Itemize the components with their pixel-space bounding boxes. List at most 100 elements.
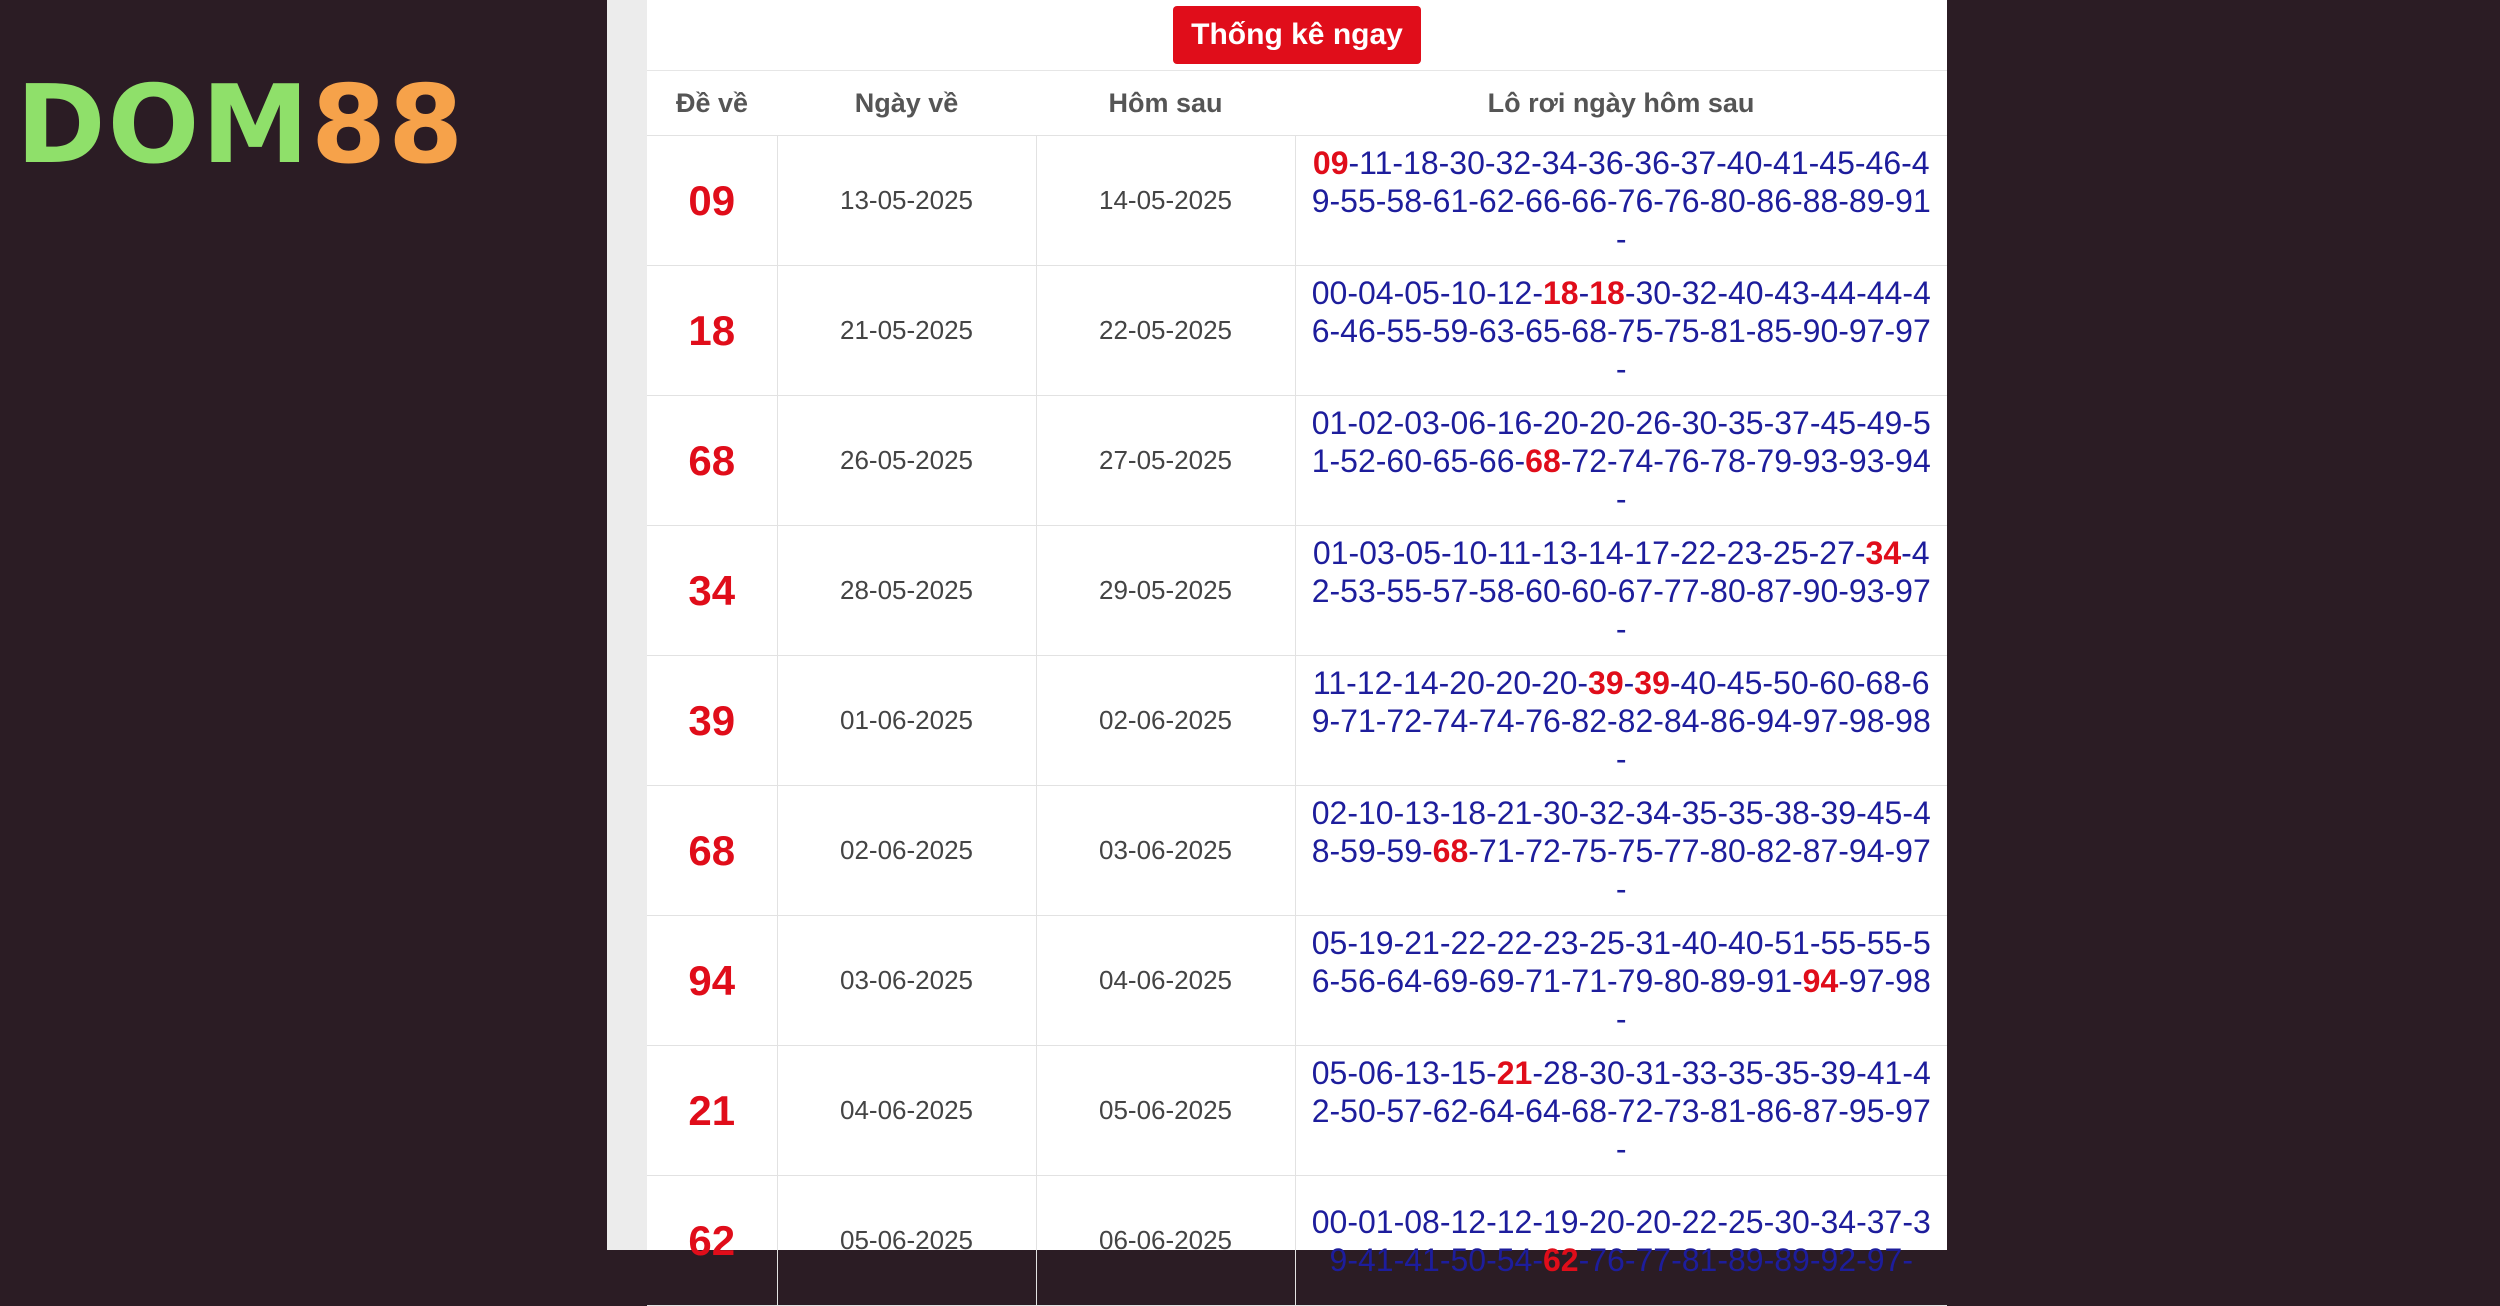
- lo-number: 00: [1311, 274, 1348, 311]
- lo-number: 35: [1774, 1054, 1810, 1091]
- lo-number: 86: [1710, 702, 1746, 739]
- lo-number: 53: [1340, 572, 1376, 609]
- lo-number: 90: [1802, 312, 1839, 349]
- thong-ke-ngay-button[interactable]: Thống kê ngay: [1173, 6, 1421, 64]
- lo-number: 55: [1340, 182, 1376, 219]
- lo-number: 21: [1496, 1054, 1533, 1091]
- de-ve-value: 18: [647, 265, 778, 396]
- lo-number: 76: [1663, 442, 1700, 479]
- lo-number: 50: [1773, 664, 1809, 701]
- lo-number: 20: [1495, 664, 1532, 701]
- lo-number: 20: [1449, 664, 1485, 701]
- table-row: 21 04-06-2025 05-06-2025 05-06-13-15-21-28-…: [647, 1045, 1947, 1176]
- lo-number: 97: [1866, 1241, 1903, 1278]
- lo-number: 61: [1432, 182, 1469, 219]
- lo-number: 15: [1450, 1054, 1487, 1091]
- lo-number: 06: [1450, 404, 1487, 441]
- lo-number: 59: [1340, 832, 1376, 869]
- lo-number: 68: [1525, 442, 1561, 479]
- ngay-ve-date: 13-05-2025: [777, 135, 1037, 266]
- lo-number: 98: [1895, 962, 1931, 999]
- lo-number: 46: [1340, 312, 1376, 349]
- lo-number: 02: [1357, 404, 1394, 441]
- lo-number: 11: [1312, 664, 1347, 701]
- lo-number: 95: [1848, 1092, 1885, 1129]
- lo-number: 27: [1819, 534, 1855, 571]
- lo-number: 12: [1496, 1203, 1533, 1240]
- lo-number: 28: [1542, 1054, 1579, 1091]
- lo-number: 30: [1589, 1054, 1625, 1091]
- lo-number: 20: [1589, 404, 1625, 441]
- statistics-sheet: Thống kê ngay Đề về Ngày về Hôm sau Lô r…: [647, 0, 1947, 1306]
- lo-number: 45: [1726, 664, 1763, 701]
- lo-number: 88: [1802, 182, 1839, 219]
- lo-number: 75: [1617, 312, 1654, 349]
- lo-number: 03: [1359, 534, 1395, 571]
- lo-number: 34: [1635, 794, 1672, 831]
- lo-number: 40: [1681, 924, 1718, 961]
- ngay-ve-date: 26-05-2025: [777, 395, 1037, 526]
- lo-number: 41: [1404, 1241, 1440, 1278]
- lo-number: 36: [1634, 144, 1670, 181]
- logo-text-88: 88: [310, 63, 466, 188]
- lo-number: 30: [1635, 274, 1672, 311]
- lo-number: 41: [1866, 1054, 1903, 1091]
- lo-number: 01: [1312, 534, 1349, 571]
- content-panel: Thống kê ngay Đề về Ngày về Hôm sau Lô r…: [607, 0, 1947, 1306]
- lo-number: 60: [1386, 442, 1423, 479]
- de-ve-value: 39: [647, 655, 778, 786]
- lo-number: 34: [1820, 1203, 1857, 1240]
- hom-sau-date: 05-06-2025: [1036, 1045, 1296, 1176]
- lo-number: 55: [1820, 924, 1857, 961]
- lo-number: 60: [1819, 664, 1855, 701]
- lo-number: 01: [1357, 1203, 1394, 1240]
- lo-number: 93: [1848, 572, 1885, 609]
- table-row: 62 05-06-2025 06-06-2025 00-01-08-12-12-19-…: [647, 1175, 1947, 1306]
- lo-number: 66: [1571, 182, 1608, 219]
- statistics-table: Đề về Ngày về Hôm sau Lô rơi ngày hôm sa…: [647, 71, 1947, 1306]
- table-row: 09 13-05-2025 14-05-2025 09-11-18-30-32-34-…: [647, 135, 1947, 266]
- lo-roi-list: 02-10-13-18-21-30-32-34-35-35-38-39-45-4…: [1295, 785, 1947, 916]
- lo-number: 40: [1680, 664, 1717, 701]
- lo-number: 57: [1386, 1092, 1423, 1129]
- lo-number: 04: [1357, 274, 1394, 311]
- lo-number: 67: [1617, 572, 1654, 609]
- header-lo-roi: Lô rơi ngày hôm sau: [1295, 71, 1947, 136]
- lo-number: 72: [1617, 1092, 1654, 1129]
- lo-number: 68: [1571, 1092, 1608, 1129]
- lo-number: 89: [1774, 1241, 1810, 1278]
- lo-number: 30: [1542, 794, 1579, 831]
- ngay-ve-date: 28-05-2025: [777, 525, 1037, 656]
- lo-number: 10: [1450, 274, 1487, 311]
- lo-number: 97: [1895, 1092, 1931, 1129]
- lo-number: 87: [1756, 572, 1793, 609]
- lo-number: 37: [1866, 1203, 1903, 1240]
- lo-number: 18: [1403, 144, 1439, 181]
- lo-number: 36: [1588, 144, 1624, 181]
- lo-number: 10: [1357, 794, 1394, 831]
- lo-number: 06: [1357, 1054, 1394, 1091]
- lo-number: 41: [1773, 144, 1809, 181]
- ngay-ve-date: 05-06-2025: [777, 1175, 1037, 1306]
- lo-number: 44: [1820, 274, 1857, 311]
- lo-number: 73: [1663, 1092, 1700, 1129]
- lo-number: 76: [1663, 182, 1700, 219]
- lo-number: 81: [1710, 1092, 1746, 1129]
- lo-number: 37: [1774, 404, 1810, 441]
- lo-number: 93: [1802, 442, 1839, 479]
- lo-number: 79: [1617, 962, 1654, 999]
- hom-sau-date: 02-06-2025: [1036, 655, 1296, 786]
- lo-number: 11: [1359, 144, 1393, 181]
- lo-number: 31: [1635, 1054, 1672, 1091]
- lo-number: 81: [1681, 1241, 1718, 1278]
- lo-number: 22: [1680, 534, 1717, 571]
- lo-number: 94: [1802, 962, 1839, 999]
- ngay-ve-date: 03-06-2025: [777, 915, 1037, 1046]
- lo-number: 71: [1478, 832, 1515, 869]
- lo-number: 23: [1542, 924, 1579, 961]
- lo-number: 25: [1773, 534, 1809, 571]
- lo-number: 39: [1634, 664, 1670, 701]
- lo-number: 56: [1340, 962, 1376, 999]
- lo-number: 74: [1432, 702, 1469, 739]
- lo-number: 35: [1727, 404, 1764, 441]
